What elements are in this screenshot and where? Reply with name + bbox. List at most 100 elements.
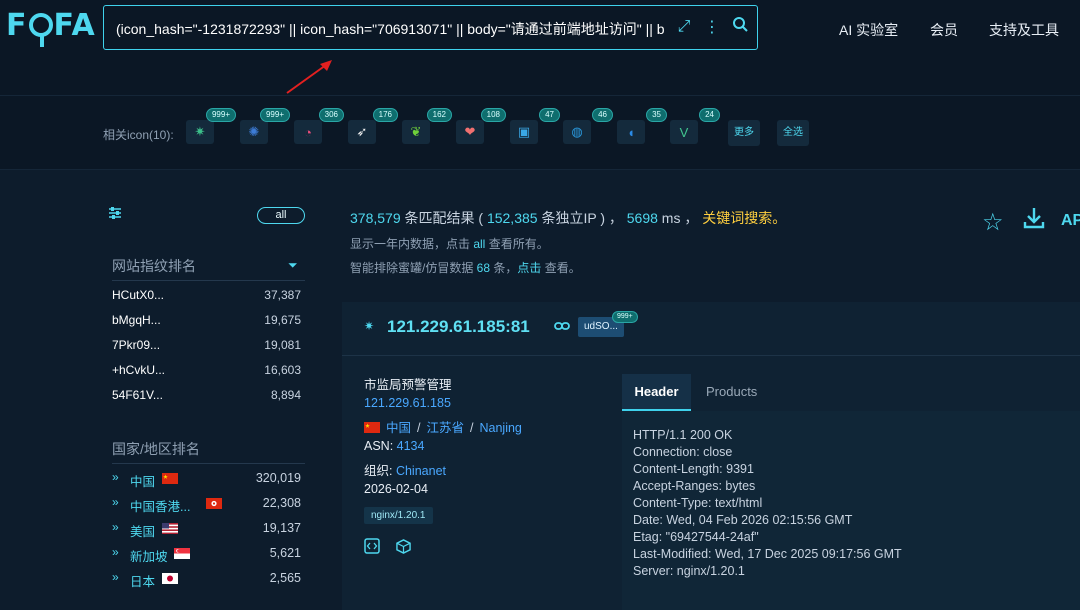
header-line: Server: nginx/1.20.1 — [633, 564, 745, 578]
fingerprint-row[interactable]: bMgqH... 19,675 — [112, 308, 301, 332]
star-icon[interactable]: ☆ — [982, 208, 1004, 237]
spring-leaf-icon[interactable]: ❦ 162 — [402, 108, 452, 144]
monitor-icon[interactable]: ▣ 47 — [510, 108, 560, 144]
funnel-icon[interactable]: ⏷ — [288, 258, 298, 273]
country-name: 中国香港... — [130, 500, 191, 514]
province-link[interactable]: 江苏省 — [427, 421, 465, 435]
more-icons-button[interactable]: 更多 — [728, 120, 760, 146]
honeypot-view-link[interactable]: 点击 — [517, 261, 541, 275]
result-ip-link[interactable]: 121.229.61.185 — [364, 396, 451, 410]
china-flag-icon — [364, 422, 380, 433]
country-name: 中国 — [130, 475, 156, 489]
summary-line: 378,579 条匹配结果 ( 152,385 条独立IP ) ， 5698 m… — [350, 210, 787, 226]
country-count: 320,019 — [255, 471, 301, 485]
annotation-arrow-icon — [286, 60, 332, 94]
heart-icon[interactable]: ❤ 108 — [456, 108, 506, 144]
lotus-icon[interactable]: ✺ 999+ — [240, 108, 290, 144]
http-header-panel: HTTP/1.1 200 OK Connection: close Content-… — [622, 411, 1080, 610]
tab-products[interactable]: Products — [706, 374, 757, 411]
fingerprint-row[interactable]: 7Pkr09... 19,081 — [112, 333, 301, 357]
nav-support-tools[interactable]: 支持及工具 — [989, 20, 1059, 40]
country-link[interactable]: 中国 — [386, 421, 411, 435]
filter-sliders-icon[interactable] — [108, 206, 122, 223]
fingerprint-name: 7Pkr09... — [112, 338, 161, 352]
fingerprint-count: 16,603 — [264, 363, 301, 377]
country-name: 美国 — [130, 525, 156, 539]
globe-icon[interactable]: ◍ 46 — [563, 108, 613, 144]
show-all-link[interactable]: all — [473, 237, 485, 251]
double-chevron-icon: » — [112, 470, 119, 484]
result-info: 市监局预警管理 121.229.61.185 中国 / 江苏省 / Nanjing AS… — [364, 374, 604, 558]
icon-count-badge: 108 — [480, 108, 506, 122]
icon-count-badge: 176 — [372, 108, 398, 122]
site-favicon-icon: ✷ — [364, 319, 375, 333]
country-name: 日本 — [130, 575, 156, 589]
fingerprint-name: 54F61V... — [112, 388, 163, 402]
icon-count-badge: 46 — [592, 108, 613, 122]
country-count: 2,565 — [269, 571, 301, 585]
us-flag-icon — [162, 523, 178, 534]
server-tag[interactable]: nginx/1.20.1 — [364, 507, 433, 524]
all-filter-pill[interactable]: all — [257, 207, 305, 224]
header-line: Accept-Ranges: bytes — [633, 479, 756, 493]
sg-flag-icon — [174, 548, 190, 559]
api-button[interactable]: AP — [1061, 212, 1080, 230]
leaf-icon[interactable]: ✷ 999+ — [186, 108, 236, 144]
link-icon[interactable] — [554, 319, 570, 334]
cube-icon[interactable] — [396, 539, 411, 558]
country-row[interactable]: » 中国香港... 22,308 — [112, 491, 301, 515]
country-ranking-title: 国家/地区排名 — [112, 441, 200, 457]
country-row[interactable]: » 日本 2,565 — [112, 566, 301, 590]
fingerprint-name: +hCvkU... — [112, 363, 166, 377]
download-icon[interactable] — [1022, 206, 1046, 236]
country-count: 22,308 — [262, 496, 301, 510]
cn-flag-icon — [162, 473, 178, 484]
fingerprint-row[interactable]: 54F61V... 8,894 — [112, 383, 301, 407]
vue-icon[interactable]: V 24 — [670, 108, 720, 144]
search-icon[interactable] — [731, 16, 749, 37]
result-card-header: ✷ 121.229.61.185:81 udSO... 999+ — [342, 302, 1080, 356]
country-row[interactable]: » 中国 320,019 — [112, 466, 301, 490]
code-icon[interactable] — [364, 538, 384, 558]
keyword-search-link[interactable]: 关键词搜索。 — [702, 210, 786, 226]
expand-icon[interactable]: ⤢ — [675, 18, 693, 36]
divider — [112, 280, 305, 281]
select-all-button[interactable]: 全选 — [777, 120, 809, 146]
result-date: 2026-02-04 — [364, 481, 428, 496]
icon-count-badge: 47 — [539, 108, 560, 122]
rocket-icon[interactable]: ➶ 176 — [348, 108, 398, 144]
icon-count-badge: 999+ — [259, 108, 290, 122]
org-link[interactable]: Chinanet — [396, 464, 446, 478]
header-line: Date: Wed, 04 Feb 2026 02:15:56 GMT — [633, 513, 853, 527]
fingerprint-row[interactable]: HCutX0... 37,387 — [112, 283, 301, 307]
search-box[interactable]: (icon_hash="-1231872293" || icon_hash="7… — [103, 5, 758, 50]
icon-count-badge: 35 — [646, 108, 667, 122]
nav-membership[interactable]: 会员 — [930, 20, 958, 40]
country-name: 新加坡 — [130, 550, 168, 564]
icon-count-badge: 162 — [426, 108, 452, 122]
rainbow-icon[interactable]: ◔ 306 — [294, 108, 344, 144]
result-ip-port-link[interactable]: 121.229.61.185:81 — [387, 317, 530, 337]
double-chevron-icon: » — [112, 545, 119, 559]
asn-link[interactable]: 4134 — [397, 439, 425, 453]
divider — [112, 463, 305, 464]
result-location: 中国 / 江苏省 / Nanjing — [364, 417, 604, 439]
summary-honeypot-notice: 智能排除蜜罐/仿冒数据 68 条，点击 查看。 — [350, 261, 581, 275]
more-vertical-icon[interactable]: ⋮ — [703, 17, 721, 37]
related-icons-bar: 相关icon(10): ✷ 999+ ✺ 999+ ◔ 306 ➶ 176 ❦ 162 ❤ 108 ▣ 4… — [0, 96, 1080, 170]
fofa-logo[interactable]: F FA — [6, 8, 96, 47]
nav-ai-lab[interactable]: AI 实验室 — [839, 20, 898, 40]
header-line: Content-Type: text/html — [633, 496, 763, 510]
drop-icon[interactable]: ◖ 35 — [617, 108, 667, 144]
query-time: 5698 — [626, 210, 658, 226]
tab-header[interactable]: Header — [622, 374, 691, 411]
country-row[interactable]: » 新加坡 5,621 — [112, 541, 301, 565]
header-line: Connection: close — [633, 445, 733, 459]
city-link[interactable]: Nanjing — [480, 421, 522, 435]
country-count: 5,621 — [269, 546, 301, 560]
search-input[interactable]: (icon_hash="-1231872293" || icon_hash="7… — [116, 19, 686, 39]
country-row[interactable]: » 美国 19,137 — [112, 516, 301, 540]
fingerprint-row[interactable]: +hCvkU... 16,603 — [112, 358, 301, 382]
honeypot-count: 68 — [476, 261, 491, 275]
header-line: Content-Length: 9391 — [633, 462, 754, 476]
